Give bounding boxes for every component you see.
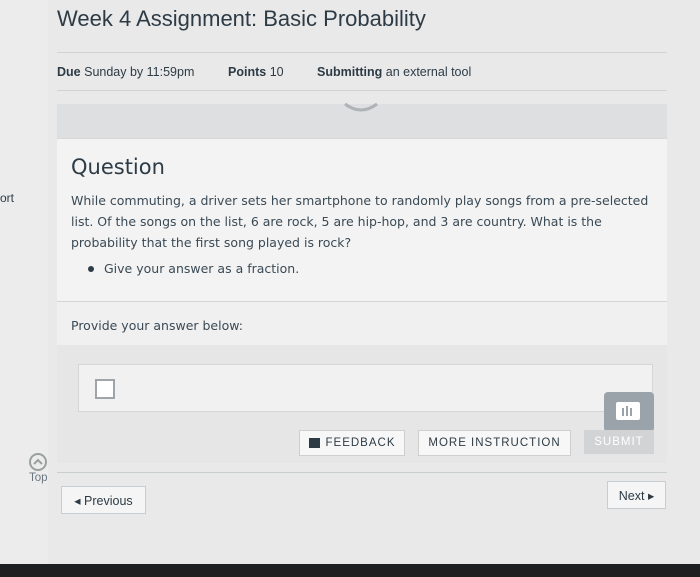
answer-label: Provide your answer below: [71,318,243,333]
submitting-value: an external tool [385,65,472,79]
sidebar-fragment: ort [0,191,15,205]
points-label: Points [228,65,267,79]
title-divider [57,52,667,53]
feedback-label: FEEDBACK [325,437,396,449]
submit-label: SUBMIT [594,436,644,448]
scroll-top-label[interactable]: Top [29,472,48,484]
question-text: While commuting, a driver sets her smart… [71,193,649,250]
chevron-up-icon [33,458,43,465]
meta-divider [57,90,667,91]
submit-button[interactable]: SUBMIT [584,430,654,454]
previous-button[interactable]: ◂ Previous [61,486,146,514]
due-label: Due [57,65,81,79]
bullet-dot-icon [88,265,94,272]
instruction-bullet: Give your answer as a fraction. [88,261,299,276]
due-value: Sunday by 11:59pm [84,65,195,79]
next-label: Next ▸ [618,488,655,503]
scroll-top-icon[interactable] [29,453,47,471]
points-info: Points 10 [228,65,284,79]
chat-icon [616,402,640,420]
submitting-label: Submitting [317,65,383,79]
submitting-info: Submitting an external tool [317,65,471,79]
previous-label: ◂ Previous [74,493,133,508]
due-info: Due Sunday by 11:59pm [57,65,194,79]
footer-divider [57,472,667,473]
question-heading: Question [71,155,165,179]
more-instruction-button[interactable]: MORE INSTRUCTION [418,430,571,456]
page-title: Week 4 Assignment: Basic Probability [57,6,426,31]
loading-arc-icon [344,102,378,112]
points-value: 10 [269,65,284,79]
tool-header-band [57,102,667,138]
feedback-button[interactable]: FEEDBACK [299,430,405,456]
bullet-text: Give your answer as a fraction. [104,261,300,276]
feedback-icon [308,438,320,448]
more-instruction-label: MORE INSTRUCTION [428,437,561,449]
answer-input-box[interactable] [95,379,115,399]
answer-input-field[interactable] [78,364,653,412]
chat-lines-icon [622,406,632,416]
bottom-edge [0,564,700,577]
next-button[interactable]: Next ▸ [607,481,666,509]
